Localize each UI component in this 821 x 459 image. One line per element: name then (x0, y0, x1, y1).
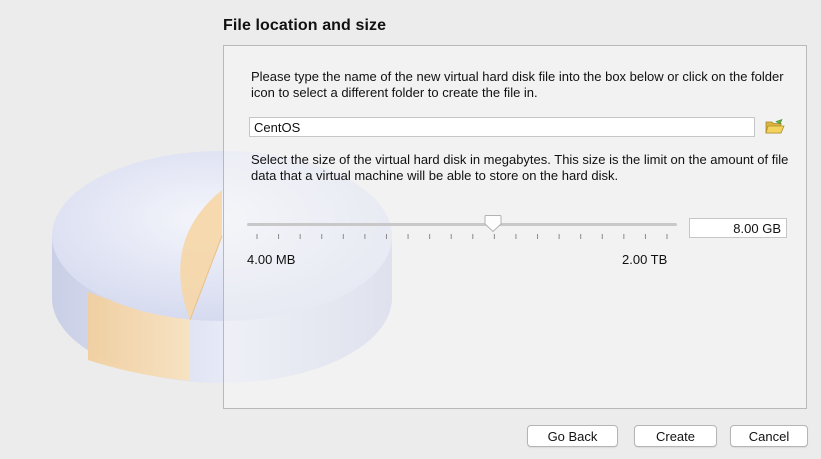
choose-folder-button[interactable] (765, 118, 785, 136)
create-virtual-hard-disk-dialog: File location and size Please type the n… (0, 0, 821, 459)
size-max-label: 2.00 TB (622, 252, 668, 267)
slider-ticks (256, 234, 668, 239)
disk-size-slider[interactable] (247, 214, 677, 242)
disk-size-input[interactable] (689, 218, 787, 238)
size-min-label: 4.00 MB (247, 252, 296, 267)
slider-track (247, 223, 677, 226)
create-button[interactable]: Create (634, 425, 717, 447)
cancel-button[interactable]: Cancel (730, 425, 808, 447)
slider-thumb[interactable] (483, 215, 503, 233)
file-name-input[interactable] (249, 117, 755, 137)
settings-panel: Please type the name of the new virtual … (223, 45, 807, 409)
size-description: Select the size of the virtual hard disk… (251, 152, 789, 183)
section-title: File location and size (223, 17, 387, 34)
folder-open-icon (765, 119, 785, 134)
location-description: Please type the name of the new virtual … (251, 69, 784, 100)
go-back-button[interactable]: Go Back (527, 425, 618, 447)
